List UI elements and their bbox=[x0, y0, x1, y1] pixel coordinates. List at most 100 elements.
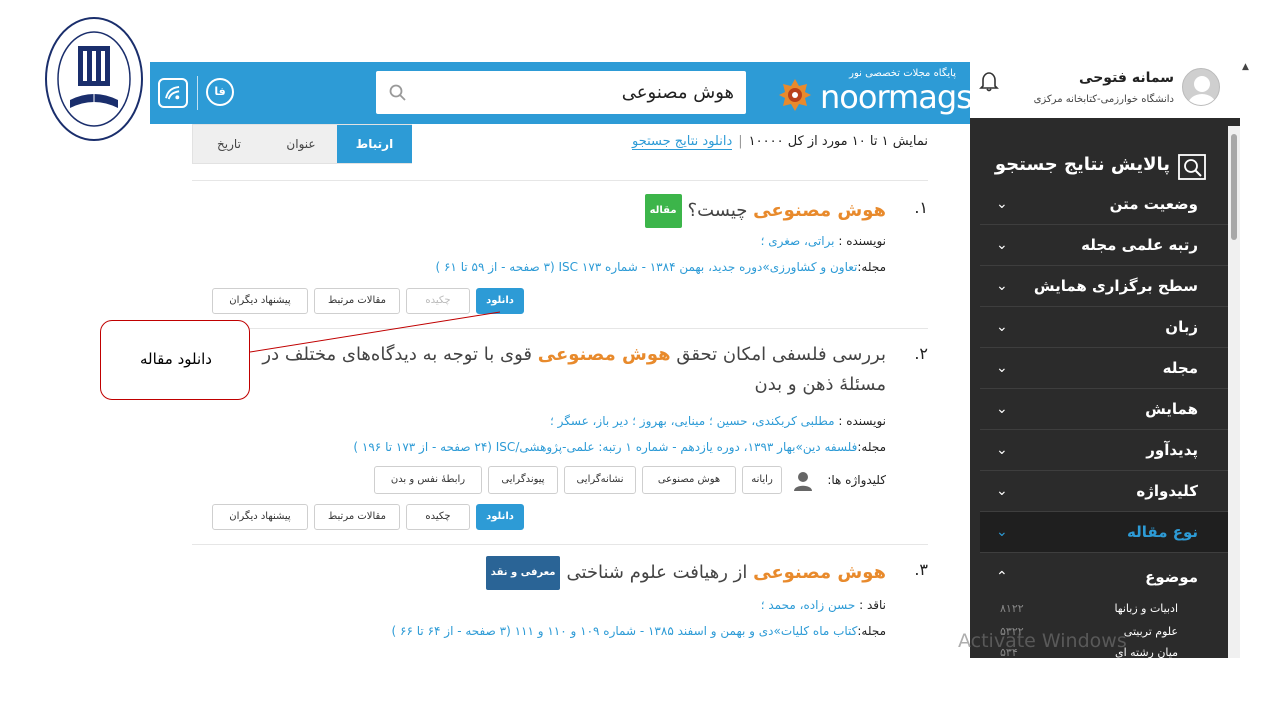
article-type-badge: مقاله bbox=[644, 194, 682, 228]
filter-label: سطح برگزاری همایش bbox=[1033, 277, 1198, 295]
article-type-badge: معرفی و نقد bbox=[485, 556, 561, 590]
result-title[interactable]: هوش مصنوعی از رهیافت علوم شناختیمعرفی و … bbox=[485, 556, 886, 590]
title-highlight: هوش مصنوعی bbox=[537, 344, 671, 365]
callout-text: دانلود مقاله bbox=[140, 350, 212, 368]
subject-label: علوم تربیتی bbox=[1123, 625, 1178, 638]
sort-tabs: تاریخ عنوان ارتباط bbox=[192, 124, 412, 164]
keyword-tag[interactable]: رایانه bbox=[742, 466, 782, 494]
filter-conference-level[interactable]: سطح برگزاری همایش ⌄ bbox=[980, 266, 1228, 307]
journal-link[interactable]: کتاب ماه کلیات»دی و بهمن و اسفند ۱۳۸۵ - … bbox=[392, 624, 858, 638]
suggestions-button[interactable]: پیشنهاد دیگران bbox=[212, 288, 308, 314]
result-actions: دانلود چکیده مقالات مرتبط پیشنهاد دیگران bbox=[212, 288, 532, 314]
filter-journal[interactable]: مجله ⌄ bbox=[980, 348, 1228, 389]
chevron-down-icon: ⌄ bbox=[996, 401, 1008, 417]
title-highlight: هوش مصنوعی bbox=[753, 562, 886, 583]
chevron-up-icon: ⌃ bbox=[996, 569, 1008, 585]
search-box[interactable]: هوش مصنوعی bbox=[376, 71, 746, 114]
chevron-down-icon: ⌄ bbox=[996, 319, 1008, 335]
search-icon[interactable] bbox=[388, 83, 408, 103]
filter-subject[interactable]: موضوع ⌃ bbox=[980, 557, 1228, 598]
result-actions: دانلود چکیده مقالات مرتبط پیشنهاد دیگران bbox=[212, 504, 532, 530]
keyword-tag[interactable]: هوش مصنوعی bbox=[642, 466, 736, 494]
search-input[interactable]: هوش مصنوعی bbox=[622, 71, 734, 114]
scroll-up-arrow-icon[interactable]: ▲ bbox=[1242, 62, 1249, 72]
result-critic: ناقد : حسن زاده، محمد ؛ bbox=[761, 598, 886, 612]
filter-label: موضوع bbox=[1145, 568, 1198, 586]
noormags-logo[interactable]: پایگاه مجلات تخصصی نور noormags bbox=[778, 68, 973, 118]
user-name[interactable]: سمانه فتوحی bbox=[1079, 70, 1174, 86]
keywords-label: کلیدواژه ها: bbox=[827, 473, 886, 487]
tab-date[interactable]: تاریخ bbox=[193, 125, 265, 163]
filter-author[interactable]: پدیدآور ⌄ bbox=[980, 430, 1228, 471]
filter-label: مجله bbox=[1162, 359, 1198, 377]
author-label: نویسنده : bbox=[834, 414, 886, 428]
keyword-tag[interactable]: رابطۀ نفس و بدن bbox=[374, 466, 482, 494]
result-number: ۳. bbox=[914, 560, 928, 579]
filter-label: نوع مقاله bbox=[1127, 523, 1198, 541]
keyword-tag[interactable]: نشانه‌گرایی bbox=[564, 466, 636, 494]
title-text: چیست؟ bbox=[687, 200, 754, 221]
download-button[interactable]: دانلود bbox=[476, 504, 524, 530]
language-toggle-button[interactable]: فا bbox=[206, 78, 234, 106]
filter-label: پدیدآور bbox=[1146, 441, 1198, 459]
filter-keyword[interactable]: کلیدواژه ⌄ bbox=[980, 471, 1228, 512]
author-links[interactable]: براتی، صغری ؛ bbox=[761, 234, 835, 248]
bell-icon[interactable] bbox=[978, 70, 1000, 92]
journal-link[interactable]: فلسفه دین»بهار ۱۳۹۳، دوره یازدهم - شماره… bbox=[353, 440, 857, 454]
download-button[interactable]: دانلود bbox=[476, 288, 524, 314]
sidebar-top-strip bbox=[970, 118, 1240, 126]
subject-item[interactable]: ادبیات و زبانها ۸۱۲۲ bbox=[990, 602, 1208, 624]
result-authors: نویسنده : مطلبی کربکندی، حسین ؛ مینایی، … bbox=[550, 414, 886, 428]
chevron-down-icon: ⌄ bbox=[996, 442, 1008, 458]
brand-name: noormags bbox=[820, 78, 973, 116]
critic-link[interactable]: حسن زاده، محمد ؛ bbox=[761, 598, 856, 612]
outer-scroll-track[interactable] bbox=[1240, 62, 1254, 658]
avatar[interactable] bbox=[1182, 68, 1220, 106]
filter-conference[interactable]: همایش ⌄ bbox=[980, 389, 1228, 430]
filter-text-status[interactable]: وضعیت متن ⌄ bbox=[980, 184, 1228, 225]
rss-feed-icon[interactable] bbox=[158, 78, 188, 108]
user-organization: دانشگاه خوارزمی-کتابخانه مرکزی bbox=[1033, 94, 1174, 105]
filter-article-type[interactable]: نوع مقاله ⌄ bbox=[980, 512, 1228, 553]
result-journal: مجله:کتاب ماه کلیات»دی و بهمن و اسفند ۱۳… bbox=[392, 624, 886, 638]
title-highlight: هوش مصنوعی bbox=[753, 200, 886, 221]
noormags-emblem-icon bbox=[779, 79, 811, 111]
filter-search-icon bbox=[1178, 154, 1206, 180]
chevron-down-icon: ⌄ bbox=[996, 237, 1008, 253]
keyword-tag[interactable]: پیوندگرایی bbox=[488, 466, 558, 494]
sidebar-scrollbar-thumb[interactable] bbox=[1231, 134, 1237, 240]
chevron-down-icon: ⌄ bbox=[996, 524, 1008, 540]
filter-language[interactable]: زبان ⌄ bbox=[980, 307, 1228, 348]
sidebar-title: پالایش نتایج جستجو bbox=[994, 154, 1170, 175]
related-articles-button[interactable]: مقالات مرتبط bbox=[314, 504, 400, 530]
chevron-down-icon: ⌄ bbox=[996, 196, 1008, 212]
result-title[interactable]: هوش مصنوعی چیست؟مقاله bbox=[644, 194, 886, 228]
divider bbox=[192, 328, 928, 329]
abstract-button[interactable]: چکیده bbox=[406, 288, 470, 314]
result-title-line2[interactable]: مسئلۀ ذهن و بدن bbox=[755, 370, 886, 400]
chevron-down-icon: ⌄ bbox=[996, 278, 1008, 294]
related-articles-button[interactable]: مقالات مرتبط bbox=[314, 288, 400, 314]
result-number: ۲. bbox=[914, 344, 928, 363]
user-panel: سمانه فتوحی دانشگاه خوارزمی-کتابخانه مرک… bbox=[970, 62, 1240, 118]
subject-label: ادبیات و زبانها bbox=[1114, 602, 1178, 615]
title-text: قوی با توجه به دیدگاه‌های مختلف در bbox=[262, 344, 538, 365]
result-journal: مجله:تعاون و کشاورزی»دوره جدید، بهمن ۱۳۸… bbox=[435, 260, 886, 274]
result-title[interactable]: بررسی فلسفی امکان تحقق هوش مصنوعی قوی با… bbox=[262, 340, 886, 370]
title-text: از رهیافت علوم شناختی bbox=[566, 562, 754, 583]
journal-link[interactable]: تعاون و کشاورزی»دوره جدید، بهمن ۱۳۸۴ - ش… bbox=[435, 260, 857, 274]
journal-label: مجله: bbox=[857, 624, 886, 638]
sidebar-scrollbar[interactable] bbox=[1228, 126, 1240, 658]
filter-label: کلیدواژه bbox=[1136, 482, 1198, 500]
university-logo bbox=[45, 17, 143, 141]
download-results-link[interactable]: دانلود نتایج جستجو bbox=[631, 134, 733, 150]
result-authors: نویسنده : براتی، صغری ؛ bbox=[761, 234, 886, 248]
tab-relevance[interactable]: ارتباط bbox=[337, 125, 412, 163]
tab-title[interactable]: عنوان bbox=[265, 125, 337, 163]
abstract-button[interactable]: چکیده bbox=[406, 504, 470, 530]
author-links[interactable]: مطلبی کربکندی، حسین ؛ مینایی، بهروز ؛ دی… bbox=[550, 414, 835, 428]
filter-journal-rank[interactable]: رتبه علمی مجله ⌄ bbox=[980, 225, 1228, 266]
sidebar: سمانه فتوحی دانشگاه خوارزمی-کتابخانه مرک… bbox=[970, 62, 1240, 658]
chevron-down-icon: ⌄ bbox=[996, 360, 1008, 376]
suggestions-button[interactable]: پیشنهاد دیگران bbox=[212, 504, 308, 530]
